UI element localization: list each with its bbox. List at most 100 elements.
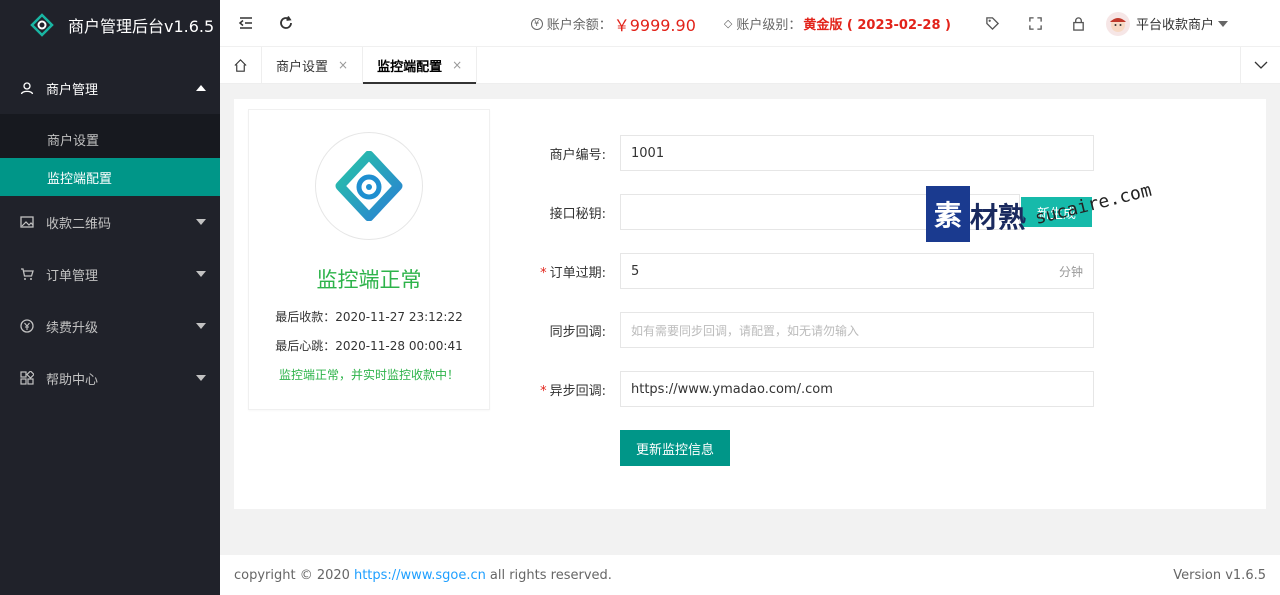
balance-label: 账户余额： bbox=[546, 18, 612, 33]
tab-label: 商户设置 bbox=[276, 59, 329, 75]
sidebar-item-renew[interactable]: 续费升级 bbox=[0, 300, 220, 352]
chevron-down-icon bbox=[196, 323, 206, 329]
top-header: ¥ 账户余额： ￥9999.90 ◇ 账户级别： 黄金版 ( 2023-02-2… bbox=[220, 0, 1280, 47]
required-mark: * bbox=[540, 265, 547, 281]
expire-row: * 订单过期: 5 分钟 bbox=[502, 253, 1252, 289]
tab-monitor-config[interactable]: 监控端配置 × bbox=[363, 47, 478, 84]
sidebar-item-monitor-config[interactable]: 监控端配置 bbox=[0, 158, 220, 196]
chevron-down-icon bbox=[196, 375, 206, 381]
sidebar-subnav: 商户设置 监控端配置 bbox=[0, 114, 220, 196]
sidebar-item-label: 收款二维码 bbox=[46, 216, 112, 232]
regenerate-secret-button[interactable]: 新生成 bbox=[1020, 197, 1092, 227]
sidebar-item-merchant-settings[interactable]: 商户设置 bbox=[0, 120, 220, 158]
merchant-id-input[interactable]: 1001 bbox=[620, 135, 1094, 171]
home-icon bbox=[234, 58, 247, 72]
sidebar: 商户管理后台v1.6.5 商户管理 商户设置 监控端配置 收款二维码 订单管理 bbox=[0, 0, 220, 595]
update-monitor-button[interactable]: 更新监控信息 bbox=[620, 430, 731, 466]
expire-label: * 订单过期: bbox=[502, 262, 620, 281]
lock-icon bbox=[1073, 17, 1084, 31]
chevron-down-icon bbox=[1254, 61, 1267, 69]
chevron-down-icon bbox=[1218, 20, 1228, 27]
sidebar-item-label: 商户管理 bbox=[46, 82, 99, 98]
balance-value: ￥9999.90 bbox=[613, 15, 696, 35]
monitor-eye-icon bbox=[335, 151, 403, 221]
cart-icon bbox=[20, 267, 34, 281]
close-icon[interactable]: × bbox=[452, 58, 462, 72]
sync-callback-label: 同步回调: bbox=[549, 324, 606, 340]
footer-version: Version v1.6.5 bbox=[1173, 567, 1266, 583]
secret-input[interactable] bbox=[620, 194, 1020, 230]
sidebar-item-label: 帮助中心 bbox=[46, 372, 99, 388]
chevron-down-icon bbox=[196, 219, 206, 225]
async-callback-input[interactable]: https://www.ymadao.com/.com bbox=[620, 371, 1094, 407]
yen-icon bbox=[20, 319, 34, 333]
user-name: 平台收款商户 bbox=[1135, 18, 1214, 33]
sidebar-item-label: 订单管理 bbox=[46, 268, 99, 284]
secret-label: 接口秘钥: bbox=[549, 206, 606, 222]
secret-row: 接口秘钥: 新生成 bbox=[502, 194, 1252, 230]
lock-screen-button[interactable] bbox=[1057, 0, 1100, 47]
expire-label-text: 订单过期: bbox=[549, 265, 606, 281]
level-label: 账户级别： bbox=[736, 18, 802, 33]
chevron-up-icon bbox=[196, 85, 206, 91]
fullscreen-button[interactable] bbox=[1014, 0, 1057, 47]
account-level: ◇ 账户级别： 黄金版 ( 2023-02-28 ) bbox=[724, 14, 951, 33]
expire-input[interactable]: 5 分钟 bbox=[620, 253, 1094, 289]
last-heartbeat-time: 最后心跳：2020-11-28 00:00:41 bbox=[275, 339, 463, 353]
tag-icon bbox=[986, 17, 1000, 31]
monitor-status-title: 监控端正常 bbox=[316, 268, 422, 292]
avatar bbox=[1105, 11, 1130, 36]
footer-link[interactable]: https://www.sgoe.cn bbox=[354, 568, 486, 583]
diamond-icon: ◇ bbox=[723, 17, 733, 30]
monitor-status-message: 监控端正常，并实时监控收款中！ bbox=[278, 368, 459, 382]
tab-label: 监控端配置 bbox=[377, 59, 443, 75]
apps-icon bbox=[20, 371, 34, 385]
monitor-status-card: 监控端正常 最后收款：2020-11-27 23:12:22 最后心跳：2020… bbox=[248, 109, 490, 410]
yen-icon: ¥ bbox=[530, 17, 543, 30]
merchant-id-row: 商户编号: 1001 bbox=[502, 135, 1252, 171]
tab-more-button[interactable] bbox=[1240, 47, 1280, 83]
user-menu[interactable]: 平台收款商户 bbox=[1105, 11, 1228, 36]
footer: copyright © 2020 https://www.sgoe.cn all… bbox=[220, 555, 1280, 595]
chevron-down-icon bbox=[196, 271, 206, 277]
sidebar-item-help[interactable]: 帮助中心 bbox=[0, 352, 220, 404]
account-balance: ¥ 账户余额： ￥9999.90 bbox=[530, 12, 696, 36]
toggle-sidebar-button[interactable] bbox=[226, 0, 266, 47]
image-icon bbox=[20, 215, 34, 229]
main-content: 监控端正常 最后收款：2020-11-27 23:12:22 最后心跳：2020… bbox=[234, 99, 1266, 509]
async-callback-row: * 异步回调: https://www.ymadao.com/.com bbox=[502, 371, 1252, 407]
sidebar-item-orders[interactable]: 订单管理 bbox=[0, 248, 220, 300]
user-icon bbox=[20, 81, 34, 95]
expire-unit: 分钟 bbox=[1058, 264, 1083, 279]
merchant-id-label: 商户编号: bbox=[549, 147, 606, 163]
sync-callback-row: 同步回调: 如有需要同步回调，请配置，如无请勿输入 bbox=[502, 312, 1252, 348]
secret-field-wrap: 新生成 bbox=[620, 194, 1094, 230]
app-title: 商户管理后台v1.6.5 bbox=[68, 17, 215, 36]
tab-home[interactable] bbox=[220, 47, 262, 83]
sidebar-item-qrcode[interactable]: 收款二维码 bbox=[0, 196, 220, 248]
async-callback-label-text: 异步回调: bbox=[549, 383, 606, 399]
close-icon[interactable]: × bbox=[338, 58, 348, 72]
menu-fold-icon bbox=[238, 17, 252, 29]
level-value: 黄金版 ( 2023-02-28 ) bbox=[803, 18, 951, 33]
copyright-prefix: copyright © 2020 bbox=[234, 567, 350, 583]
sidebar-item-merchant[interactable]: 商户管理 bbox=[0, 62, 220, 114]
expire-value: 5 bbox=[631, 263, 640, 279]
brand-logo-icon bbox=[30, 13, 54, 37]
header-right: ¥ 账户余额： ￥9999.90 ◇ 账户级别： 黄金版 ( 2023-02-2… bbox=[530, 0, 1280, 47]
refresh-button[interactable] bbox=[266, 0, 306, 47]
fullscreen-icon bbox=[1029, 17, 1042, 30]
app-logo[interactable]: 商户管理后台v1.6.5 bbox=[0, 0, 220, 50]
copyright-suffix: all rights reserved. bbox=[489, 567, 612, 583]
tab-merchant-settings[interactable]: 商户设置 × bbox=[262, 47, 364, 83]
sidebar-item-label: 续费升级 bbox=[46, 320, 99, 336]
monitor-logo bbox=[315, 132, 423, 240]
monitor-config-form: 商户编号: 1001 接口秘钥: 新生成 * 订单过期: 5 分钟 同步回调: 如… bbox=[502, 109, 1252, 499]
tag-button[interactable] bbox=[971, 0, 1014, 47]
page-tabs: 商户设置 × 监控端配置 × bbox=[220, 47, 1280, 84]
refresh-icon bbox=[280, 16, 292, 29]
required-mark: * bbox=[540, 383, 547, 399]
sync-callback-input[interactable]: 如有需要同步回调，请配置，如无请勿输入 bbox=[620, 312, 1094, 348]
last-payment-time: 最后收款：2020-11-27 23:12:22 bbox=[275, 310, 463, 324]
async-callback-label: * 异步回调: bbox=[502, 380, 620, 399]
